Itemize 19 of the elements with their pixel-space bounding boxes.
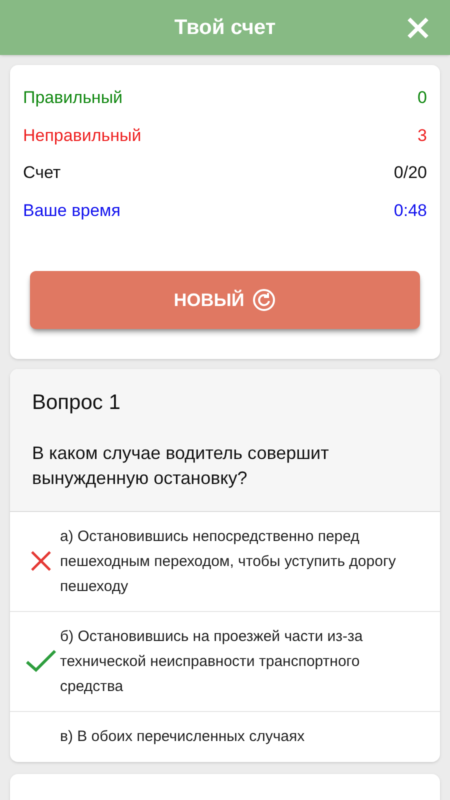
answer-option[interactable]: в) В обоих перечисленных случаях xyxy=(10,712,440,762)
stat-value: 0/20 xyxy=(394,162,427,184)
answer-text: а) Остановившись непосредственно перед пешеходным переходом, чтобы уступить дорогу пешеходу xyxy=(60,526,397,596)
stat-label: Правильный xyxy=(23,87,123,109)
stat-value: 0:48 xyxy=(394,200,427,222)
close-icon[interactable] xyxy=(406,16,430,40)
stat-label: Неправильный xyxy=(23,124,142,146)
answer-option[interactable]: б) Остановившись на проезжей части из-за технической неисправности транспортного средства xyxy=(10,612,440,712)
stat-value: 0 xyxy=(418,87,427,109)
answer-text: в) В обоих перечисленных случаях xyxy=(60,727,305,747)
header-title: Твой счет xyxy=(174,14,276,41)
answer-option[interactable]: а) Остановившись непосредственно перед пешеходным переходом, чтобы уступить дорогу пешеходу xyxy=(10,512,440,612)
refresh-icon xyxy=(252,288,276,312)
stat-label: Ваше время xyxy=(23,200,120,222)
stat-value: 3 xyxy=(418,124,427,146)
answer-text: б) Остановившись на проезжей части из-за технической неисправности транспортного средства xyxy=(60,626,364,696)
question-title: Вопрос 1 xyxy=(32,390,122,416)
question-text: В каком случае водитель совершит вынужденную остановку? xyxy=(32,442,330,490)
stat-label: Счет xyxy=(23,162,61,184)
